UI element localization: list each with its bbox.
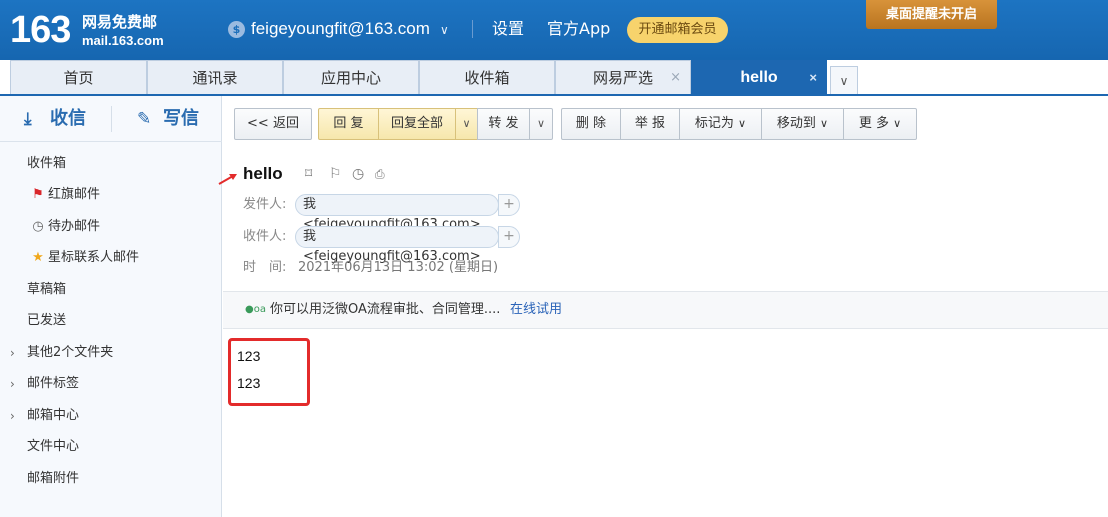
tab-home[interactable]: 首页 — [10, 60, 147, 95]
receive-label: 收信 — [50, 108, 86, 129]
clock-icon: ◷ — [32, 219, 44, 234]
move-to-label: 移动到 — [776, 116, 816, 131]
settings-link[interactable]: 设置 — [492, 19, 524, 39]
move-to-button[interactable]: 移动到 ∨ — [761, 108, 844, 140]
sidebar-item-label: 星标联系人邮件 — [48, 250, 140, 265]
promo-link[interactable]: 在线试用 — [510, 301, 562, 319]
account-icon: $ — [228, 21, 245, 38]
reply-all-chevron-icon[interactable]: ∨ — [455, 108, 478, 140]
logo-title: 网易免费邮 — [82, 13, 158, 31]
download-icon: ⤓ — [24, 109, 32, 129]
oa-logo-icon: ●oa — [245, 304, 266, 315]
delete-button[interactable]: 删 除 — [561, 108, 621, 140]
desktop-notify-button[interactable]: 桌面提醒未开启 — [866, 0, 997, 29]
chevron-down-icon: ∨ — [820, 117, 829, 130]
sidebar-item-label: 红旗邮件 — [48, 187, 101, 202]
sidebar-item-mail-center[interactable]: 邮箱中心 — [27, 408, 79, 424]
red-flag-icon: ⚑ — [32, 187, 44, 202]
vip-button[interactable]: 开通邮箱会员 — [627, 17, 728, 43]
forward-button[interactable]: 转 发 — [477, 108, 530, 140]
sidebar-item-red-flag[interactable]: ⚑ 红旗邮件 — [32, 187, 101, 203]
chevron-down-icon[interactable]: ∨ — [440, 20, 449, 40]
receive-button[interactable]: ⤓ 收信 — [24, 108, 86, 130]
reply-all-button[interactable]: 回复全部 — [378, 108, 456, 140]
add-contact-icon[interactable]: + — [498, 194, 520, 216]
bookmark-icon[interactable]: ⌑ — [305, 165, 312, 183]
sidebar-item-inbox[interactable]: 收件箱 — [27, 156, 66, 172]
annotation-arrow-icon — [218, 174, 237, 185]
chevron-right-icon[interactable]: › — [10, 408, 15, 424]
promo-text: 你可以用泛微OA流程审批、合同管理.... — [270, 302, 501, 317]
mark-as-button[interactable]: 标记为 ∨ — [679, 108, 762, 140]
back-button[interactable]: << 返回 — [234, 108, 312, 140]
print-icon[interactable]: ⎙ — [375, 165, 385, 183]
logo-domain: mail.163.com — [82, 33, 164, 48]
sidebar-item-todo[interactable]: ◷ 待办邮件 — [32, 219, 101, 235]
logo-number[interactable]: 163 — [10, 8, 71, 52]
tab-label: 通讯录 — [192, 69, 238, 87]
tab-label: 收件箱 — [464, 69, 510, 87]
write-label: 写信 — [163, 108, 199, 129]
tab-label: 首页 — [63, 69, 94, 87]
chevron-down-icon: ∨ — [893, 117, 902, 130]
clock-icon[interactable]: ◷ — [352, 165, 364, 183]
tab-label: 应用中心 — [320, 69, 381, 87]
sidebar-item-attachments[interactable]: 邮箱附件 — [27, 471, 79, 487]
sidebar-item-drafts[interactable]: 草稿箱 — [27, 282, 66, 298]
tab-inbox[interactable]: 收件箱 — [419, 60, 555, 95]
tab-yanxuan[interactable]: 网易严选 × — [555, 60, 691, 95]
tab-label: hello — [740, 69, 778, 86]
sidebar-actions: ⤓ 收信 ✎ 写信 — [0, 96, 222, 142]
sidebar-item-file-center[interactable]: 文件中心 — [27, 439, 79, 455]
mark-as-label: 标记为 — [694, 116, 734, 131]
star-icon: ★ — [32, 250, 44, 265]
recipient-address[interactable]: 我<feigeyoungfit@163.com> — [295, 226, 499, 264]
sidebar-divider — [111, 106, 112, 132]
sender-label: 发件人: — [243, 197, 287, 212]
sender-address[interactable]: 我<feigeyoungfit@163.com> — [295, 194, 499, 232]
flag-icon[interactable]: ⚐ — [329, 165, 342, 183]
tab-hello[interactable]: hello × — [691, 60, 827, 95]
edit-icon: ✎ — [137, 109, 152, 129]
account-email[interactable]: feigeyoungfit@163.com — [251, 19, 430, 39]
mail-time: 2021年06月13日 13:02 (星期日) — [298, 260, 499, 275]
add-contact-icon[interactable]: + — [498, 226, 520, 248]
report-button[interactable]: 举 报 — [620, 108, 680, 140]
recipient-label: 收件人: — [243, 229, 287, 244]
write-button[interactable]: ✎ 写信 — [137, 108, 199, 130]
sidebar-item-other-folders[interactable]: 其他2个文件夹 — [27, 345, 113, 361]
official-app-link[interactable]: 官方App — [547, 19, 610, 39]
tab-app-center[interactable]: 应用中心 — [283, 60, 419, 95]
tab-more-chevron-icon[interactable]: ∨ — [830, 66, 858, 95]
more-button[interactable]: 更 多 ∨ — [843, 108, 917, 140]
sidebar-item-sent[interactable]: 已发送 — [27, 313, 66, 329]
annotation-highlight-box — [228, 338, 310, 406]
forward-chevron-icon[interactable]: ∨ — [529, 108, 553, 140]
close-icon[interactable]: × — [809, 61, 817, 95]
header-divider — [472, 20, 473, 38]
chevron-right-icon[interactable]: › — [10, 345, 15, 361]
sidebar-item-label: 待办邮件 — [48, 219, 101, 234]
sidebar-item-tags[interactable]: 邮件标签 — [27, 376, 79, 392]
sidebar-item-starred[interactable]: ★ 星标联系人邮件 — [32, 250, 140, 266]
close-icon[interactable]: × — [670, 61, 681, 95]
more-label: 更 多 — [858, 116, 889, 131]
chevron-right-icon[interactable]: › — [10, 376, 15, 392]
tab-label: 网易严选 — [592, 69, 653, 87]
time-label: 时 间: — [243, 260, 287, 275]
tab-contacts[interactable]: 通讯录 — [147, 60, 283, 95]
chevron-down-icon: ∨ — [738, 117, 747, 130]
reply-button[interactable]: 回 复 — [318, 108, 379, 140]
mail-subject: hello — [243, 164, 283, 183]
